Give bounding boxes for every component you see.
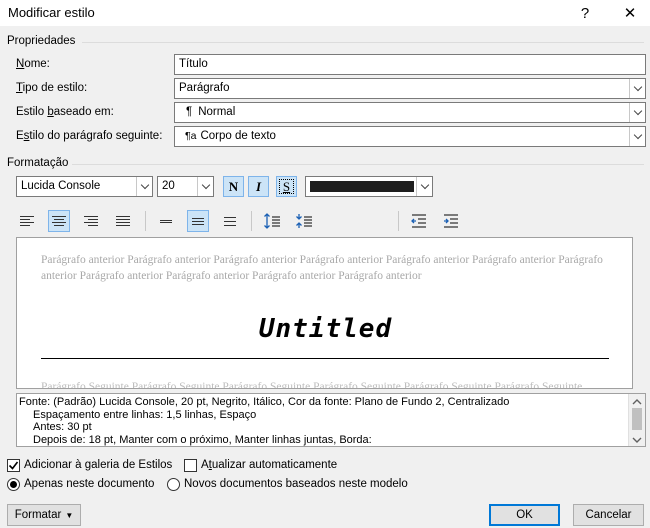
description-line: Depois de: 18 pt, Manter com o próximo, … <box>33 433 372 446</box>
based-on-select[interactable]: ¶ Normal <box>174 102 646 123</box>
decrease-spacing-button[interactable] <box>293 210 315 232</box>
format-button-label: Formatar <box>14 509 62 521</box>
align-right-button[interactable] <box>80 210 102 232</box>
radio-selected-dot <box>10 481 17 488</box>
font-select[interactable]: Lucida Console <box>16 176 153 197</box>
chevron-down-icon[interactable] <box>629 127 645 146</box>
description-line: Espaçamento entre linhas: 1,5 linhas, Es… <box>33 408 257 421</box>
increase-spacing-button[interactable] <box>261 210 283 232</box>
name-label: Nome: <box>16 58 50 70</box>
only-this-document-radio[interactable] <box>7 478 20 491</box>
description-scrollbar[interactable] <box>628 394 645 446</box>
checkmark-icon <box>8 461 19 470</box>
font-size-select[interactable]: 20 <box>157 176 214 197</box>
toolbar-divider <box>398 211 399 231</box>
description-line: Fonte: (Padrão) Lucida Console, 20 pt, N… <box>19 396 510 408</box>
scroll-thumb[interactable] <box>632 408 642 430</box>
decrease-indent-button[interactable] <box>408 210 430 232</box>
style-type-select[interactable]: Parágrafo <box>174 78 646 99</box>
decrease-indent-icon <box>411 214 426 228</box>
preview-previous-paragraph: Parágrafo anterior Parágrafo anterior Pa… <box>41 254 603 282</box>
style-description[interactable]: Fonte: (Padrão) Lucida Console, 20 pt, N… <box>16 393 646 447</box>
linked-style-icon: ¶a <box>185 130 197 142</box>
properties-section-label: Propriedades <box>7 35 76 47</box>
scroll-up-icon[interactable] <box>632 397 642 405</box>
name-input[interactable]: Título <box>174 54 646 75</box>
increase-indent-button[interactable] <box>440 210 462 232</box>
justify-button[interactable] <box>112 210 134 232</box>
dropdown-arrow-icon: ▼ <box>65 510 74 520</box>
paragraph-mark-icon: ¶ <box>186 106 193 118</box>
chevron-down-icon[interactable] <box>197 177 213 196</box>
scroll-down-icon[interactable] <box>632 435 642 443</box>
formatting-section-label: Formatação <box>7 157 69 169</box>
only-this-document-label[interactable]: Apenas neste documento <box>24 478 154 490</box>
next-style-label: Estilo do parágrafo seguinte: <box>16 130 163 142</box>
new-documents-radio[interactable] <box>167 478 180 491</box>
help-button[interactable]: ? <box>567 0 603 26</box>
underline-button[interactable]: S <box>276 176 297 197</box>
next-style-select[interactable]: ¶a Corpo de texto <box>174 126 646 147</box>
chevron-down-icon[interactable] <box>136 177 152 196</box>
double-spacing-icon <box>220 211 240 231</box>
add-to-gallery-checkbox[interactable] <box>7 459 20 472</box>
format-button[interactable]: Formatar ▼ <box>7 504 81 526</box>
align-center-icon <box>49 211 69 231</box>
preview-sample-text: Untitled <box>258 314 393 344</box>
window-title: Modificar estilo <box>8 5 95 20</box>
style-type-value: Parágrafo <box>179 82 230 94</box>
align-left-icon <box>17 211 37 231</box>
align-right-icon <box>81 211 101 231</box>
formatting-divider <box>72 164 644 165</box>
font-color-swatch <box>310 181 414 192</box>
one-half-spacing-button[interactable] <box>187 210 209 232</box>
increase-indent-icon <box>444 214 458 228</box>
properties-divider <box>82 42 644 43</box>
font-value: Lucida Console <box>21 180 101 192</box>
justify-icon <box>113 211 133 231</box>
auto-update-label[interactable]: Atualizar automaticamente <box>201 459 337 471</box>
next-style-value: Corpo de texto <box>200 130 276 142</box>
align-center-button[interactable] <box>48 210 70 232</box>
single-spacing-button[interactable] <box>155 210 177 232</box>
add-to-gallery-label[interactable]: Adicionar à galeria de Estilos <box>24 459 172 471</box>
based-on-label: Estilo baseado em: <box>16 106 114 118</box>
space-before-decrease-icon <box>296 214 312 228</box>
style-type-label: Tipo de estilo: <box>16 82 88 94</box>
single-spacing-icon <box>156 211 176 231</box>
close-button[interactable]: ✕ <box>612 0 648 26</box>
font-color-select[interactable] <box>305 176 433 197</box>
style-preview: Parágrafo anterior Parágrafo anterior Pa… <box>16 237 633 389</box>
toolbar-divider <box>251 211 252 231</box>
bold-button[interactable]: N <box>223 176 244 197</box>
double-spacing-button[interactable] <box>219 210 241 232</box>
chevron-down-icon[interactable] <box>416 177 432 196</box>
preview-bottom-border <box>41 358 609 359</box>
title-bar: Modificar estilo ? ✕ <box>0 0 650 26</box>
one-half-spacing-icon <box>188 211 208 231</box>
space-before-increase-icon <box>264 213 280 229</box>
font-size-value: 20 <box>162 180 175 192</box>
toolbar-divider <box>145 211 146 231</box>
new-documents-label[interactable]: Novos documentos baseados neste modelo <box>184 478 408 490</box>
ok-button[interactable]: OK <box>489 504 560 526</box>
based-on-value: Normal <box>198 106 236 118</box>
description-line: Antes: 30 pt <box>33 421 92 433</box>
align-left-button[interactable] <box>16 210 38 232</box>
cancel-button[interactable]: Cancelar <box>573 504 644 526</box>
auto-update-checkbox[interactable] <box>184 459 197 472</box>
italic-button[interactable]: I <box>248 176 269 197</box>
preview-following-paragraph: Parágrafo Seguinte Parágrafo Seguinte Pa… <box>41 381 583 389</box>
chevron-down-icon[interactable] <box>629 103 645 122</box>
chevron-down-icon[interactable] <box>629 79 645 98</box>
